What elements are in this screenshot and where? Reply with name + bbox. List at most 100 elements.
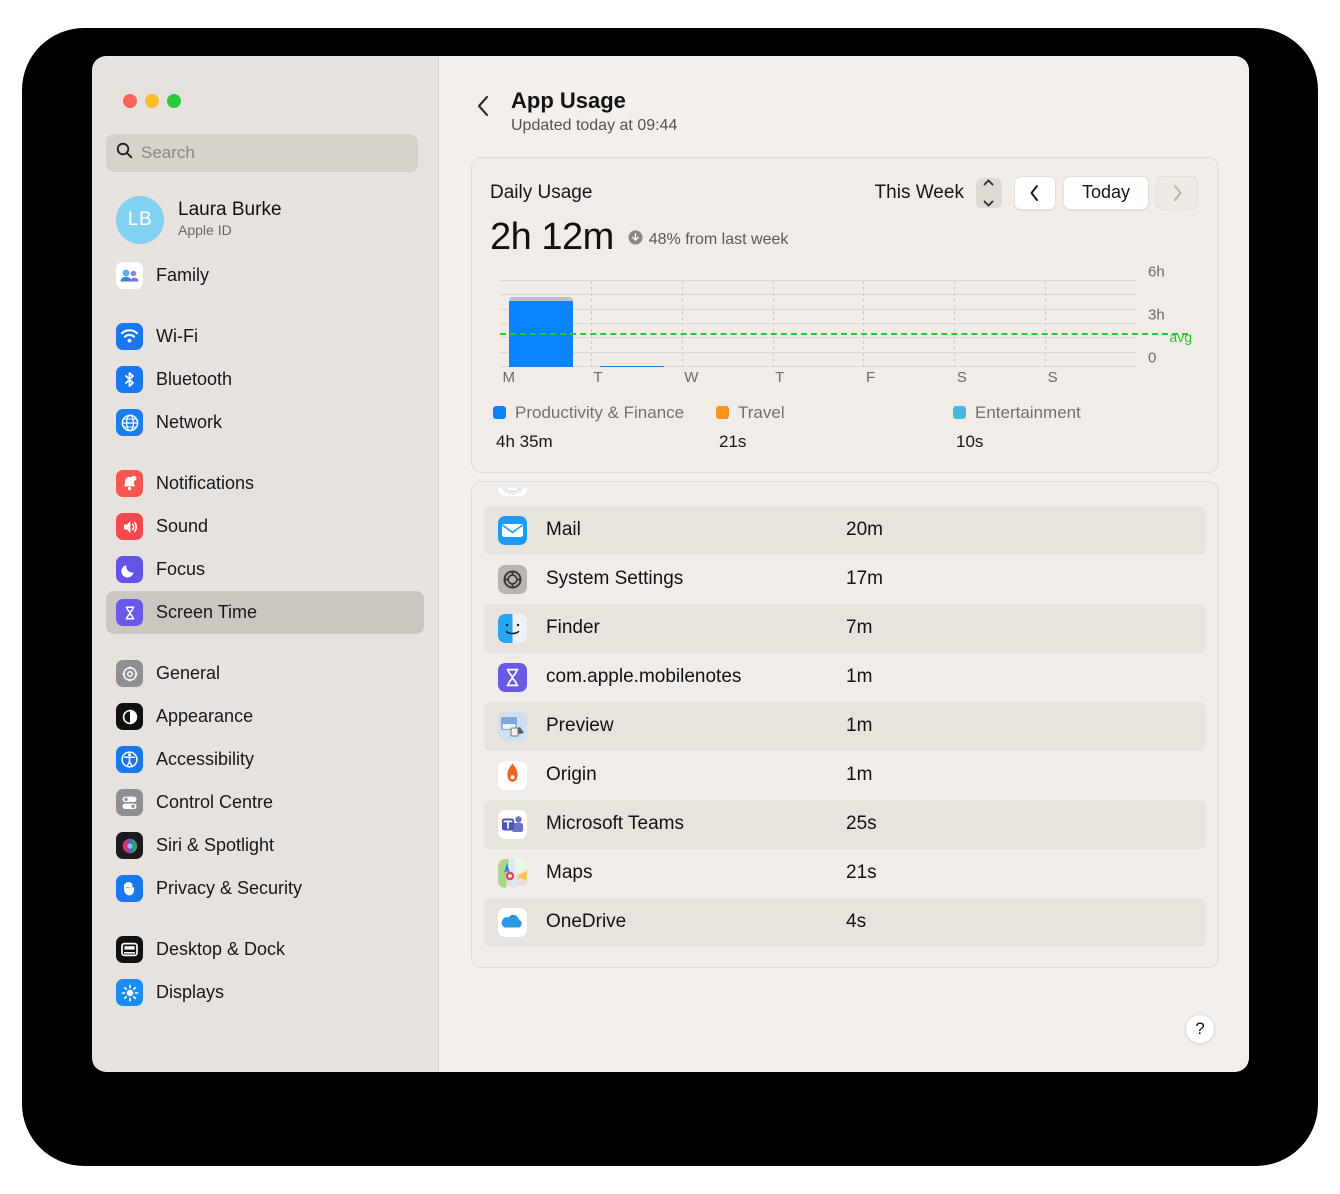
appearance-icon [116, 703, 143, 730]
close-button[interactable] [123, 94, 137, 108]
sidebar-item-label: Notifications [156, 473, 254, 494]
back-button[interactable] [473, 94, 493, 118]
focus-icon [116, 556, 143, 583]
sidebar-item-focus[interactable]: Focus [106, 548, 424, 591]
app-usage-list: Mail20mSystem Settings17mFinder7mcom.app… [471, 481, 1219, 968]
legend-value: 4h 35m [496, 432, 693, 452]
table-row[interactable]: Origin1m [484, 751, 1206, 800]
today-button[interactable]: Today [1063, 176, 1149, 210]
sidebar-item-label: Focus [156, 559, 205, 580]
chart-gridline [500, 323, 1136, 324]
app-rows-container: Mail20mSystem Settings17mFinder7mcom.app… [484, 506, 1206, 947]
previous-period-button[interactable] [1014, 176, 1056, 210]
sidebar: LB Laura Burke Apple ID Family [92, 56, 439, 1072]
table-row[interactable]: Preview1m [484, 702, 1206, 751]
chart-y-tick-label: 6h [1148, 263, 1165, 280]
chart-gridline [500, 280, 1136, 281]
sidebar-divider [92, 444, 438, 462]
sidebar-divider [92, 297, 438, 315]
sidebar-item-control-centre[interactable]: Control Centre [106, 781, 424, 824]
row-app-name: Preview [546, 715, 846, 737]
row-duration: 4s [846, 911, 866, 933]
sidebar-divider [92, 910, 438, 928]
sidebar-item-general[interactable]: General [106, 652, 424, 695]
legend-swatch [716, 406, 729, 419]
sidebar-item-siri-spotlight[interactable]: Siri & Spotlight [106, 824, 424, 867]
daily-usage-label: Daily Usage [490, 182, 592, 204]
chart-bar[interactable] [509, 297, 573, 367]
range-selected-label: This Week [875, 182, 964, 204]
legend-swatch [953, 406, 966, 419]
chart-x-tick-label: M [503, 369, 516, 386]
sidebar-nav: Family Wi-Fi Bluetoot [92, 254, 438, 1014]
sidebar-item-label: Wi-Fi [156, 326, 198, 347]
chart-plot-area: avg [500, 281, 1136, 367]
zoom-button[interactable] [167, 94, 181, 108]
legend-label: Productivity & Finance [515, 403, 684, 423]
chart-x-tick-label: T [593, 369, 602, 386]
table-row[interactable]: OneDrive4s [484, 898, 1206, 947]
sidebar-item-label: Appearance [156, 706, 253, 727]
table-row[interactable]: Maps21s [484, 849, 1206, 898]
chart-day-separator [954, 281, 955, 367]
preview-icon [498, 712, 527, 741]
displays-icon [116, 979, 143, 1006]
sidebar-item-family[interactable]: Family [106, 254, 424, 297]
sidebar-item-bluetooth[interactable]: Bluetooth [106, 358, 424, 401]
search-field[interactable] [106, 134, 418, 172]
sidebar-item-privacy-security[interactable]: Privacy & Security [106, 867, 424, 910]
sidebar-item-displays[interactable]: Displays [106, 971, 424, 1014]
minimize-button[interactable] [145, 94, 159, 108]
sidebar-item-label: Network [156, 412, 222, 433]
row-duration: 21s [846, 862, 877, 884]
arrow-down-circle-icon [628, 230, 643, 250]
chart-day-separator [863, 281, 864, 367]
sidebar-item-label: Bluetooth [156, 369, 232, 390]
next-period-button[interactable] [1156, 176, 1198, 210]
table-row[interactable] [484, 488, 1206, 506]
sidebar-item-appearance[interactable]: Appearance [106, 695, 424, 738]
origin-icon [498, 761, 527, 790]
sidebar-item-notifications[interactable]: Notifications [106, 462, 424, 505]
safari-icon [498, 488, 527, 496]
chart-x-tick-label: S [1048, 369, 1058, 386]
finder-icon [498, 614, 527, 643]
sidebar-item-wifi[interactable]: Wi-Fi [106, 315, 424, 358]
sidebar-item-desktop-dock[interactable]: Desktop & Dock [106, 928, 424, 971]
sidebar-item-label: General [156, 663, 220, 684]
table-row[interactable]: Finder7m [484, 604, 1206, 653]
chart-x-tick-label: F [866, 369, 875, 386]
row-duration: 7m [846, 617, 872, 639]
account-row[interactable]: LB Laura Burke Apple ID [106, 188, 424, 252]
chart-gridline [500, 309, 1136, 310]
table-row[interactable]: com.apple.mobilenotes1m [484, 653, 1206, 702]
siri-icon [116, 832, 143, 859]
chart-day-separator [591, 281, 592, 367]
daily-usage-card: Daily Usage This Week [471, 157, 1219, 473]
legend-item: Productivity & Finance 4h 35m [493, 403, 693, 452]
sidebar-item-network[interactable]: Network [106, 401, 424, 444]
table-row[interactable]: Microsoft Teams25s [484, 800, 1206, 849]
sidebar-item-label: Siri & Spotlight [156, 835, 274, 856]
legend-value: 10s [956, 432, 1153, 452]
avatar: LB [116, 196, 164, 244]
table-row[interactable]: Mail20m [484, 506, 1206, 555]
table-row[interactable]: System Settings17m [484, 555, 1206, 604]
usage-card-header: Daily Usage This Week [490, 176, 1198, 210]
account-subtitle: Apple ID [178, 221, 282, 241]
account-name: Laura Burke [178, 199, 282, 221]
sidebar-item-sound[interactable]: Sound [106, 505, 424, 548]
legend-swatch [493, 406, 506, 419]
sidebar-item-screen-time[interactable]: Screen Time [106, 591, 424, 634]
range-stepper[interactable] [976, 178, 1002, 208]
help-button[interactable]: ? [1185, 1014, 1215, 1044]
system-settings-window: LB Laura Burke Apple ID Family [92, 56, 1249, 1072]
chart-bar[interactable] [600, 366, 664, 367]
search-input[interactable] [141, 143, 408, 163]
sidebar-item-accessibility[interactable]: Accessibility [106, 738, 424, 781]
accessibility-icon [116, 746, 143, 773]
row-duration: 17m [846, 568, 883, 590]
wifi-icon [116, 323, 143, 350]
sidebar-group-connectivity: Wi-Fi Bluetooth Network [92, 315, 438, 444]
chart-y-tick-label: 0 [1148, 349, 1156, 366]
